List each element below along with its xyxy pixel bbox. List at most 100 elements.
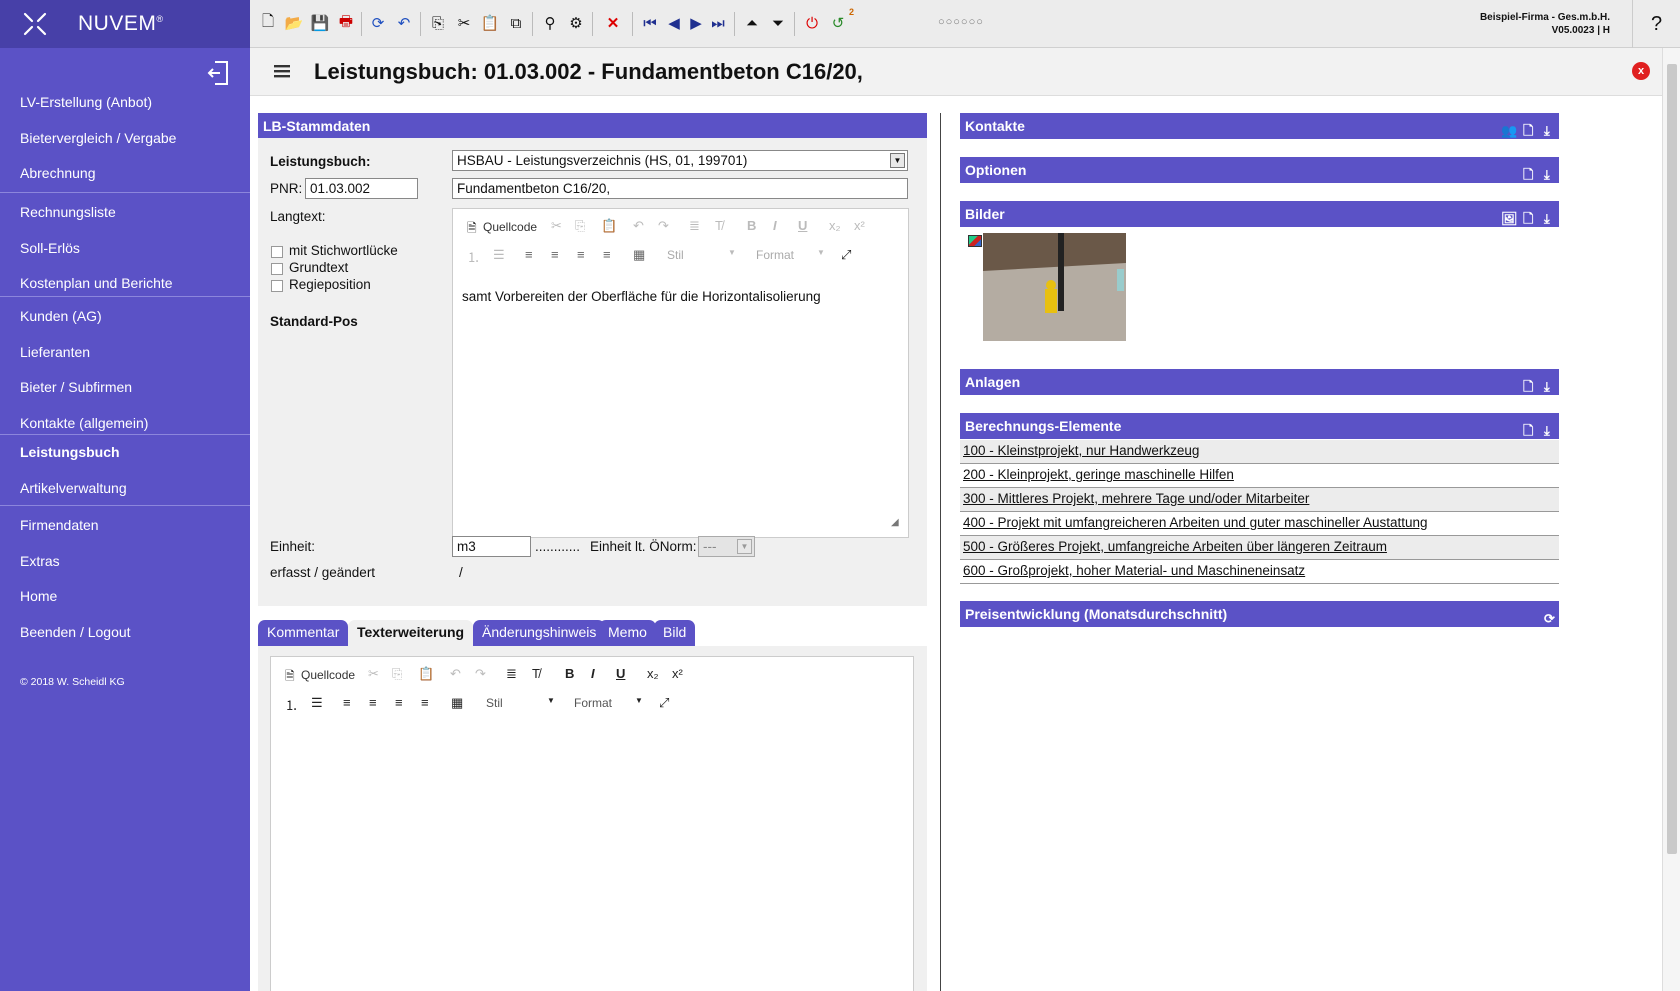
help-button[interactable]: ? bbox=[1632, 0, 1680, 48]
chevron-down-icon[interactable]: ▼ bbox=[547, 696, 555, 705]
short-text-input[interactable]: Fundamentbeton C16/20, bbox=[452, 178, 908, 199]
copy-icon[interactable]: ⎘ bbox=[575, 218, 585, 234]
download-icon[interactable]: ⤓ bbox=[1544, 206, 1550, 232]
paste-icon[interactable]: 📋 bbox=[480, 13, 500, 33]
list-item[interactable]: 400 - Projekt mit umfangreicheren Arbeit… bbox=[960, 512, 1559, 536]
undo-icon[interactable]: ↶ bbox=[394, 13, 414, 33]
remove-format-icon[interactable]: T̸ bbox=[532, 666, 540, 681]
texterweiterung-editor[interactable]: 🗎 Quellcode ✂ ⎘ 📋 ↶ ↷ ≣ T̸ B I U x₂ x² ⒈… bbox=[270, 656, 914, 991]
tab-aenderungshinweis[interactable]: Änderungshinweis bbox=[473, 620, 606, 646]
refresh-icon[interactable]: ⟳ bbox=[368, 13, 388, 33]
nav-artikelverwaltung[interactable]: Artikelverwaltung bbox=[0, 471, 250, 507]
tab-kommentar[interactable]: Kommentar bbox=[258, 620, 349, 646]
numbered-list-icon[interactable]: ⒈ bbox=[285, 695, 298, 714]
next-record-icon[interactable]: ▶ bbox=[686, 13, 706, 33]
underline-icon[interactable]: U bbox=[616, 666, 625, 681]
nav-leistungsbuch[interactable]: Leistungsbuch bbox=[0, 435, 250, 471]
chevron-down-icon[interactable]: ▼ bbox=[737, 539, 752, 554]
bold-icon[interactable]: B bbox=[747, 218, 756, 233]
source-code-button[interactable]: Quellcode bbox=[483, 220, 537, 234]
nav-bietervergleich[interactable]: Bietervergleich / Vergabe bbox=[0, 121, 250, 157]
style-dropdown[interactable]: Stil bbox=[486, 696, 503, 710]
list-item[interactable]: 600 - Großprojekt, hoher Material- und M… bbox=[960, 560, 1559, 584]
refresh-icon[interactable]: ⟳ bbox=[1544, 606, 1555, 632]
binoculars-search-icon[interactable]: ⚲ bbox=[540, 13, 560, 33]
align-center-icon[interactable]: ≡ bbox=[369, 695, 377, 710]
italic-icon[interactable]: I bbox=[773, 218, 777, 233]
numbered-list-icon[interactable]: ⒈ bbox=[467, 247, 480, 266]
move-down-icon[interactable]: ⏷ bbox=[768, 13, 788, 33]
vertical-scrollbar[interactable] bbox=[1662, 48, 1680, 991]
close-button[interactable]: x bbox=[1632, 62, 1650, 80]
justify-icon[interactable]: ≡ bbox=[603, 247, 611, 262]
download-icon[interactable]: ⤓ bbox=[1544, 374, 1550, 400]
justify-icon[interactable]: ≡ bbox=[421, 695, 429, 710]
undo-icon[interactable]: ↶ bbox=[633, 218, 644, 234]
cut-icon[interactable]: ✂ bbox=[368, 666, 379, 682]
copy-icon[interactable]: ⎘ bbox=[392, 666, 402, 682]
new-document-icon[interactable]: 🗋 bbox=[1523, 118, 1533, 144]
paste-icon[interactable]: 📋 bbox=[601, 218, 617, 234]
list-item[interactable]: 300 - Mittleres Projekt, mehrere Tage un… bbox=[960, 488, 1559, 512]
langtext-editor[interactable]: 🗎 Quellcode ✂ ⎘ 📋 ↶ ↷ ≣ T̸ B I U x₂ x² ⒈… bbox=[452, 208, 909, 538]
nav-lieferanten[interactable]: Lieferanten bbox=[0, 335, 250, 371]
nav-extras[interactable]: Extras bbox=[0, 544, 250, 580]
oenorm-select[interactable]: --- ▼ bbox=[698, 536, 755, 557]
filter-icon[interactable]: ⚙ bbox=[566, 13, 586, 33]
cut-icon[interactable]: ✂ bbox=[454, 13, 474, 33]
list-item[interactable]: 500 - Größeres Projekt, umfangreiche Arb… bbox=[960, 536, 1559, 560]
align-left-icon[interactable]: ≡ bbox=[343, 695, 351, 710]
list-item[interactable]: 100 - Kleinstprojekt, nur Handwerkzeug bbox=[960, 440, 1559, 464]
download-icon[interactable]: ⤓ bbox=[1544, 162, 1550, 188]
tab-texterweiterung[interactable]: Texterweiterung bbox=[348, 620, 474, 646]
table-icon[interactable]: ▦ bbox=[451, 695, 463, 711]
source-code-button[interactable]: Quellcode bbox=[301, 668, 355, 682]
undo-icon[interactable]: ↶ bbox=[450, 666, 461, 682]
chevron-down-icon[interactable]: ▼ bbox=[635, 696, 643, 705]
open-folder-icon[interactable]: 📂 bbox=[284, 13, 304, 33]
align-left-icon[interactable]: ≡ bbox=[525, 247, 533, 262]
bulleted-list-icon[interactable]: ☰ bbox=[493, 247, 505, 263]
chevron-down-icon[interactable]: ▼ bbox=[890, 153, 905, 168]
format-dropdown[interactable]: Format bbox=[756, 248, 794, 262]
langtext-content[interactable]: samt Vorbereiten der Oberfläche für die … bbox=[462, 289, 821, 304]
nav-home[interactable]: Home bbox=[0, 579, 250, 615]
menu-icon[interactable] bbox=[272, 62, 292, 80]
resize-handle-icon[interactable]: ◢ bbox=[891, 517, 899, 528]
new-document-icon[interactable]: 🗋 bbox=[1523, 162, 1533, 188]
nav-firmendaten[interactable]: Firmendaten bbox=[0, 508, 250, 544]
new-document-icon[interactable]: 🗋 bbox=[258, 13, 278, 33]
nav-logout[interactable]: Beenden / Logout bbox=[0, 615, 250, 651]
superscript-icon[interactable]: x² bbox=[854, 218, 865, 233]
bulleted-list-icon[interactable]: ☰ bbox=[311, 695, 323, 711]
format-dropdown[interactable]: Format bbox=[574, 696, 612, 710]
blockquote-icon[interactable]: ≣ bbox=[689, 218, 700, 234]
tab-bild[interactable]: Bild bbox=[654, 620, 696, 646]
copy-icon[interactable]: ⎘ bbox=[428, 13, 448, 33]
regieposition-checkbox[interactable] bbox=[271, 280, 283, 292]
save-icon[interactable]: 💾 bbox=[310, 13, 330, 33]
maximize-icon[interactable]: ⤢ bbox=[841, 247, 851, 263]
nav-kunden[interactable]: Kunden (AG) bbox=[0, 299, 250, 335]
table-icon[interactable]: ▦ bbox=[633, 247, 645, 263]
list-item[interactable]: 200 - Kleinprojekt, geringe maschinelle … bbox=[960, 464, 1559, 488]
redo-icon[interactable]: ↷ bbox=[475, 666, 486, 682]
underline-icon[interactable]: U bbox=[798, 218, 807, 233]
style-dropdown[interactable]: Stil bbox=[667, 248, 684, 262]
chevron-down-icon[interactable]: ▼ bbox=[728, 248, 736, 257]
download-icon[interactable]: ⤓ bbox=[1544, 118, 1550, 144]
new-document-icon[interactable]: 🗋 bbox=[1523, 374, 1533, 400]
image-type-icon[interactable] bbox=[968, 235, 982, 247]
first-record-icon[interactable]: ⏮ bbox=[640, 13, 660, 33]
app-logo[interactable]: NUVEM® bbox=[0, 0, 250, 48]
new-document-icon[interactable]: 🗋 bbox=[1523, 206, 1533, 232]
pnr-input[interactable]: 01.03.002 bbox=[305, 178, 418, 199]
remove-format-icon[interactable]: T̸ bbox=[715, 218, 723, 233]
bold-icon[interactable]: B bbox=[565, 666, 574, 681]
align-center-icon[interactable]: ≡ bbox=[551, 247, 559, 262]
einheit-input[interactable]: m3 bbox=[452, 536, 531, 557]
align-right-icon[interactable]: ≡ bbox=[577, 247, 585, 262]
source-code-icon[interactable]: 🗎 bbox=[285, 667, 295, 688]
chevron-down-icon[interactable]: ▼ bbox=[817, 248, 825, 257]
nav-soll-erloes[interactable]: Soll-Erlös bbox=[0, 231, 250, 267]
